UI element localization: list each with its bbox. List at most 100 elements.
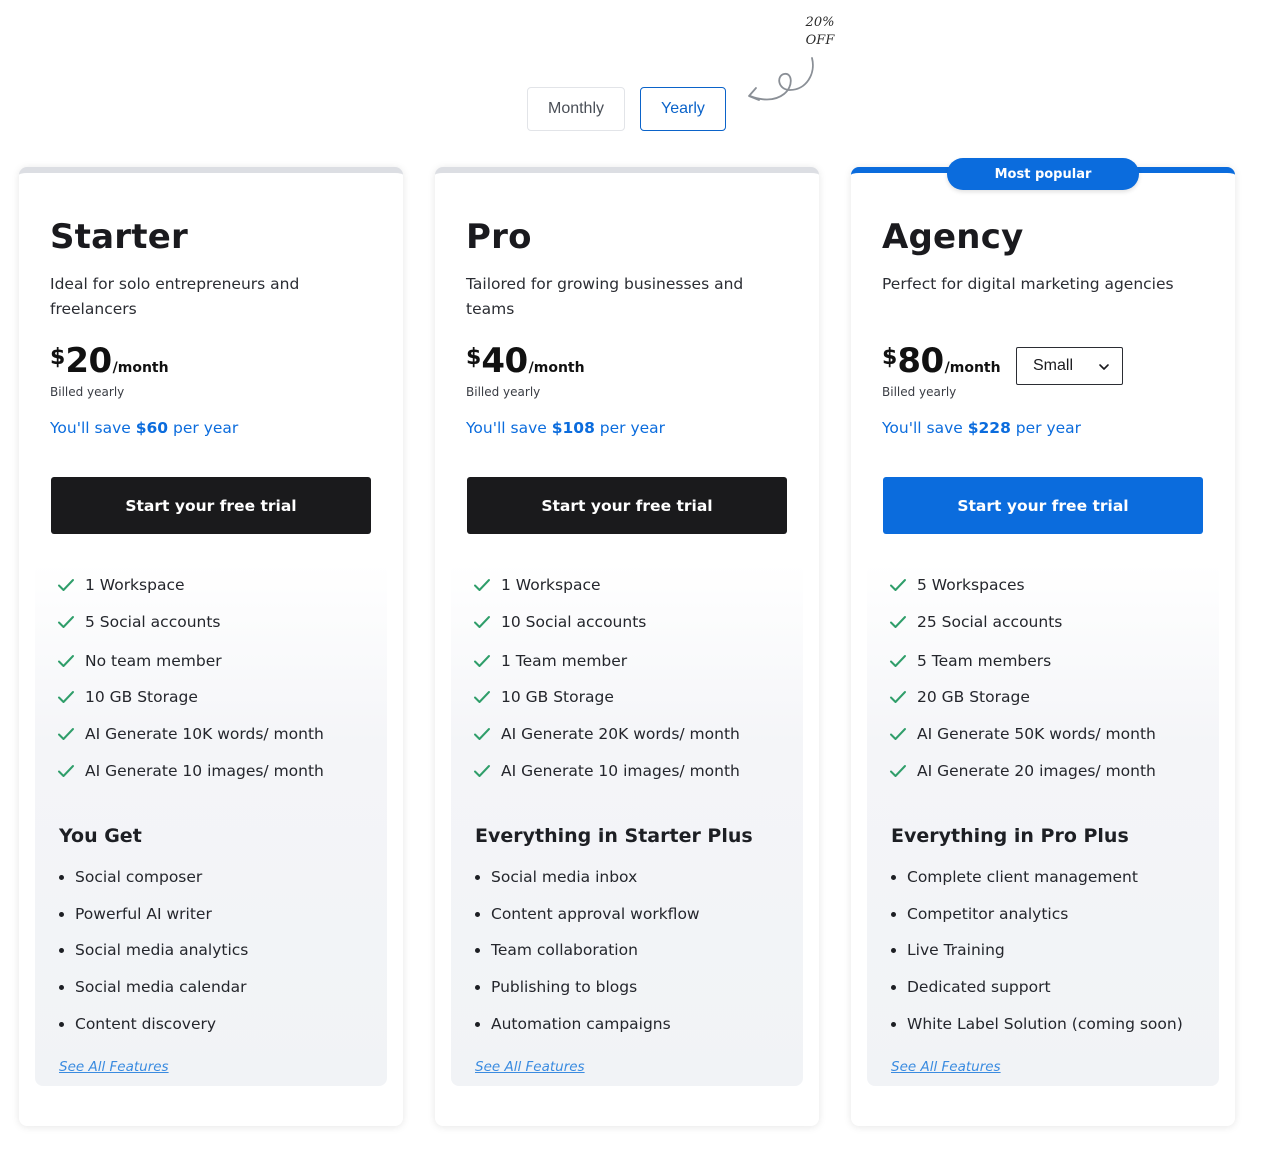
feature-item: 25 Social accounts [889,610,1062,634]
feature-item: 5 Social accounts [57,610,221,634]
extra-item: Complete client management [891,865,1138,889]
extra-item: Social media analytics [59,938,248,962]
bullet-icon [475,947,480,953]
see-all-features-link[interactable]: See All Features [475,1059,585,1075]
price-currency: $ [882,345,898,370]
plan-card-starter: Starter Ideal for solo entrepreneurs and… [19,167,403,1126]
feature-label: 25 Social accounts [917,613,1063,631]
plan-price: $ 40 /month [466,341,585,381]
plan-description: Ideal for solo entrepreneurs and freelan… [50,275,300,318]
discount-off-label: OFF [805,33,835,48]
check-icon [890,616,906,628]
bullet-icon [891,1021,896,1027]
bullet-icon [475,874,480,880]
check-icon [474,579,490,591]
feature-item: 1 Team member [473,649,627,673]
billing-note: Billed yearly [466,385,541,399]
feature-label: 1 Workspace [501,576,601,594]
extra-item: Publishing to blogs [475,975,637,999]
check-icon [890,728,906,740]
bullet-icon [59,1021,64,1027]
feature-label: AI Generate 10K words/ month [85,725,324,743]
pricing-section: Monthly Yearly 20% OFF Starter Ideal for… [0,0,1264,1154]
feature-label: 10 GB Storage [501,688,614,706]
start-free-trial-button[interactable]: Start your free trial [883,477,1203,534]
extra-item: Automation campaigns [475,1012,671,1036]
billing-note: Billed yearly [882,385,957,399]
check-icon [58,579,74,591]
price-period: /month [528,360,585,376]
extra-item: Live Training [891,938,1005,962]
bullet-icon [59,947,64,953]
feature-item: AI Generate 10 images/ month [473,759,740,783]
price-amount: 80 [897,341,944,381]
bullet-icon [475,911,480,917]
check-icon [474,616,490,628]
plan-description: Tailored for growing businesses and team… [466,275,744,318]
discount-percent: 20% [805,15,835,30]
feature-item: No team member [57,649,222,673]
plan-card-pro: Pro Tailored for growing businesses and … [435,167,819,1126]
feature-label: 20 GB Storage [917,688,1030,706]
extra-item: Social media inbox [475,865,637,889]
price-period: /month [944,360,1001,376]
bullet-icon [59,911,64,917]
plan-card-agency: Most popular Agency Perfect for digital … [851,158,1235,1126]
check-icon [890,655,906,667]
bullet-icon [59,984,64,990]
extra-item: Content discovery [59,1012,216,1036]
feature-label: 10 Social accounts [501,613,647,631]
feature-item: AI Generate 20K words/ month [473,722,740,746]
check-icon [58,655,74,667]
plan-description: Perfect for digital marketing agencies [882,275,1174,293]
feature-label: AI Generate 20K words/ month [501,725,740,743]
feature-label: AI Generate 20 images/ month [917,762,1156,780]
discount-note: 20% OFF [790,14,850,50]
see-all-features-link[interactable]: See All Features [59,1059,169,1075]
extra-item: Team collaboration [475,938,638,962]
bullet-icon [891,874,896,880]
feature-item: 20 GB Storage [889,685,1030,709]
check-icon [58,765,74,777]
feature-label: 5 Workspaces [917,576,1025,594]
feature-label: AI Generate 10 images/ month [501,762,740,780]
start-free-trial-button[interactable]: Start your free trial [51,477,371,534]
bullet-icon [891,984,896,990]
plan-name: Starter [50,217,188,257]
price-currency: $ [466,345,482,370]
extra-item: White Label Solution (coming soon) [891,1012,1183,1036]
feature-item: 10 Social accounts [473,610,646,634]
plan-price: $ 20 /month [50,341,169,381]
bullet-icon [891,947,896,953]
feature-label: 1 Team member [501,652,628,670]
feature-label: 5 Team members [917,652,1052,670]
feature-label: 5 Social accounts [85,613,221,631]
feature-item: 5 Workspaces [889,573,1025,597]
extra-item: Powerful AI writer [59,902,212,926]
extras-heading: You Get [59,825,142,847]
features-panel: 5 Workspaces 25 Social accounts 5 Team m… [867,563,1219,1086]
check-icon [890,579,906,591]
start-free-trial-button[interactable]: Start your free trial [467,477,787,534]
yearly-toggle-button[interactable]: Yearly [640,87,726,131]
savings-text: You'll save $228 per year [882,419,1082,437]
features-panel: 1 Workspace 10 Social accounts 1 Team me… [451,563,803,1086]
agency-size-select[interactable]: Small [1016,347,1123,385]
feature-item: 10 GB Storage [57,685,198,709]
extra-item: Social composer [59,865,202,889]
billing-note: Billed yearly [50,385,125,399]
features-panel: 1 Workspace 5 Social accounts No team me… [35,563,387,1086]
see-all-features-link[interactable]: See All Features [891,1059,1001,1075]
savings-text: You'll save $60 per year [50,419,239,437]
feature-label: AI Generate 50K words/ month [917,725,1156,743]
feature-label: No team member [85,652,222,670]
check-icon [58,728,74,740]
plan-name: Pro [466,217,532,257]
monthly-toggle-button[interactable]: Monthly [527,87,625,131]
bullet-icon [59,874,64,880]
check-icon [890,691,906,703]
check-icon [474,655,490,667]
plan-name: Agency [882,217,1024,257]
price-amount: 20 [65,341,112,381]
price-currency: $ [50,345,66,370]
